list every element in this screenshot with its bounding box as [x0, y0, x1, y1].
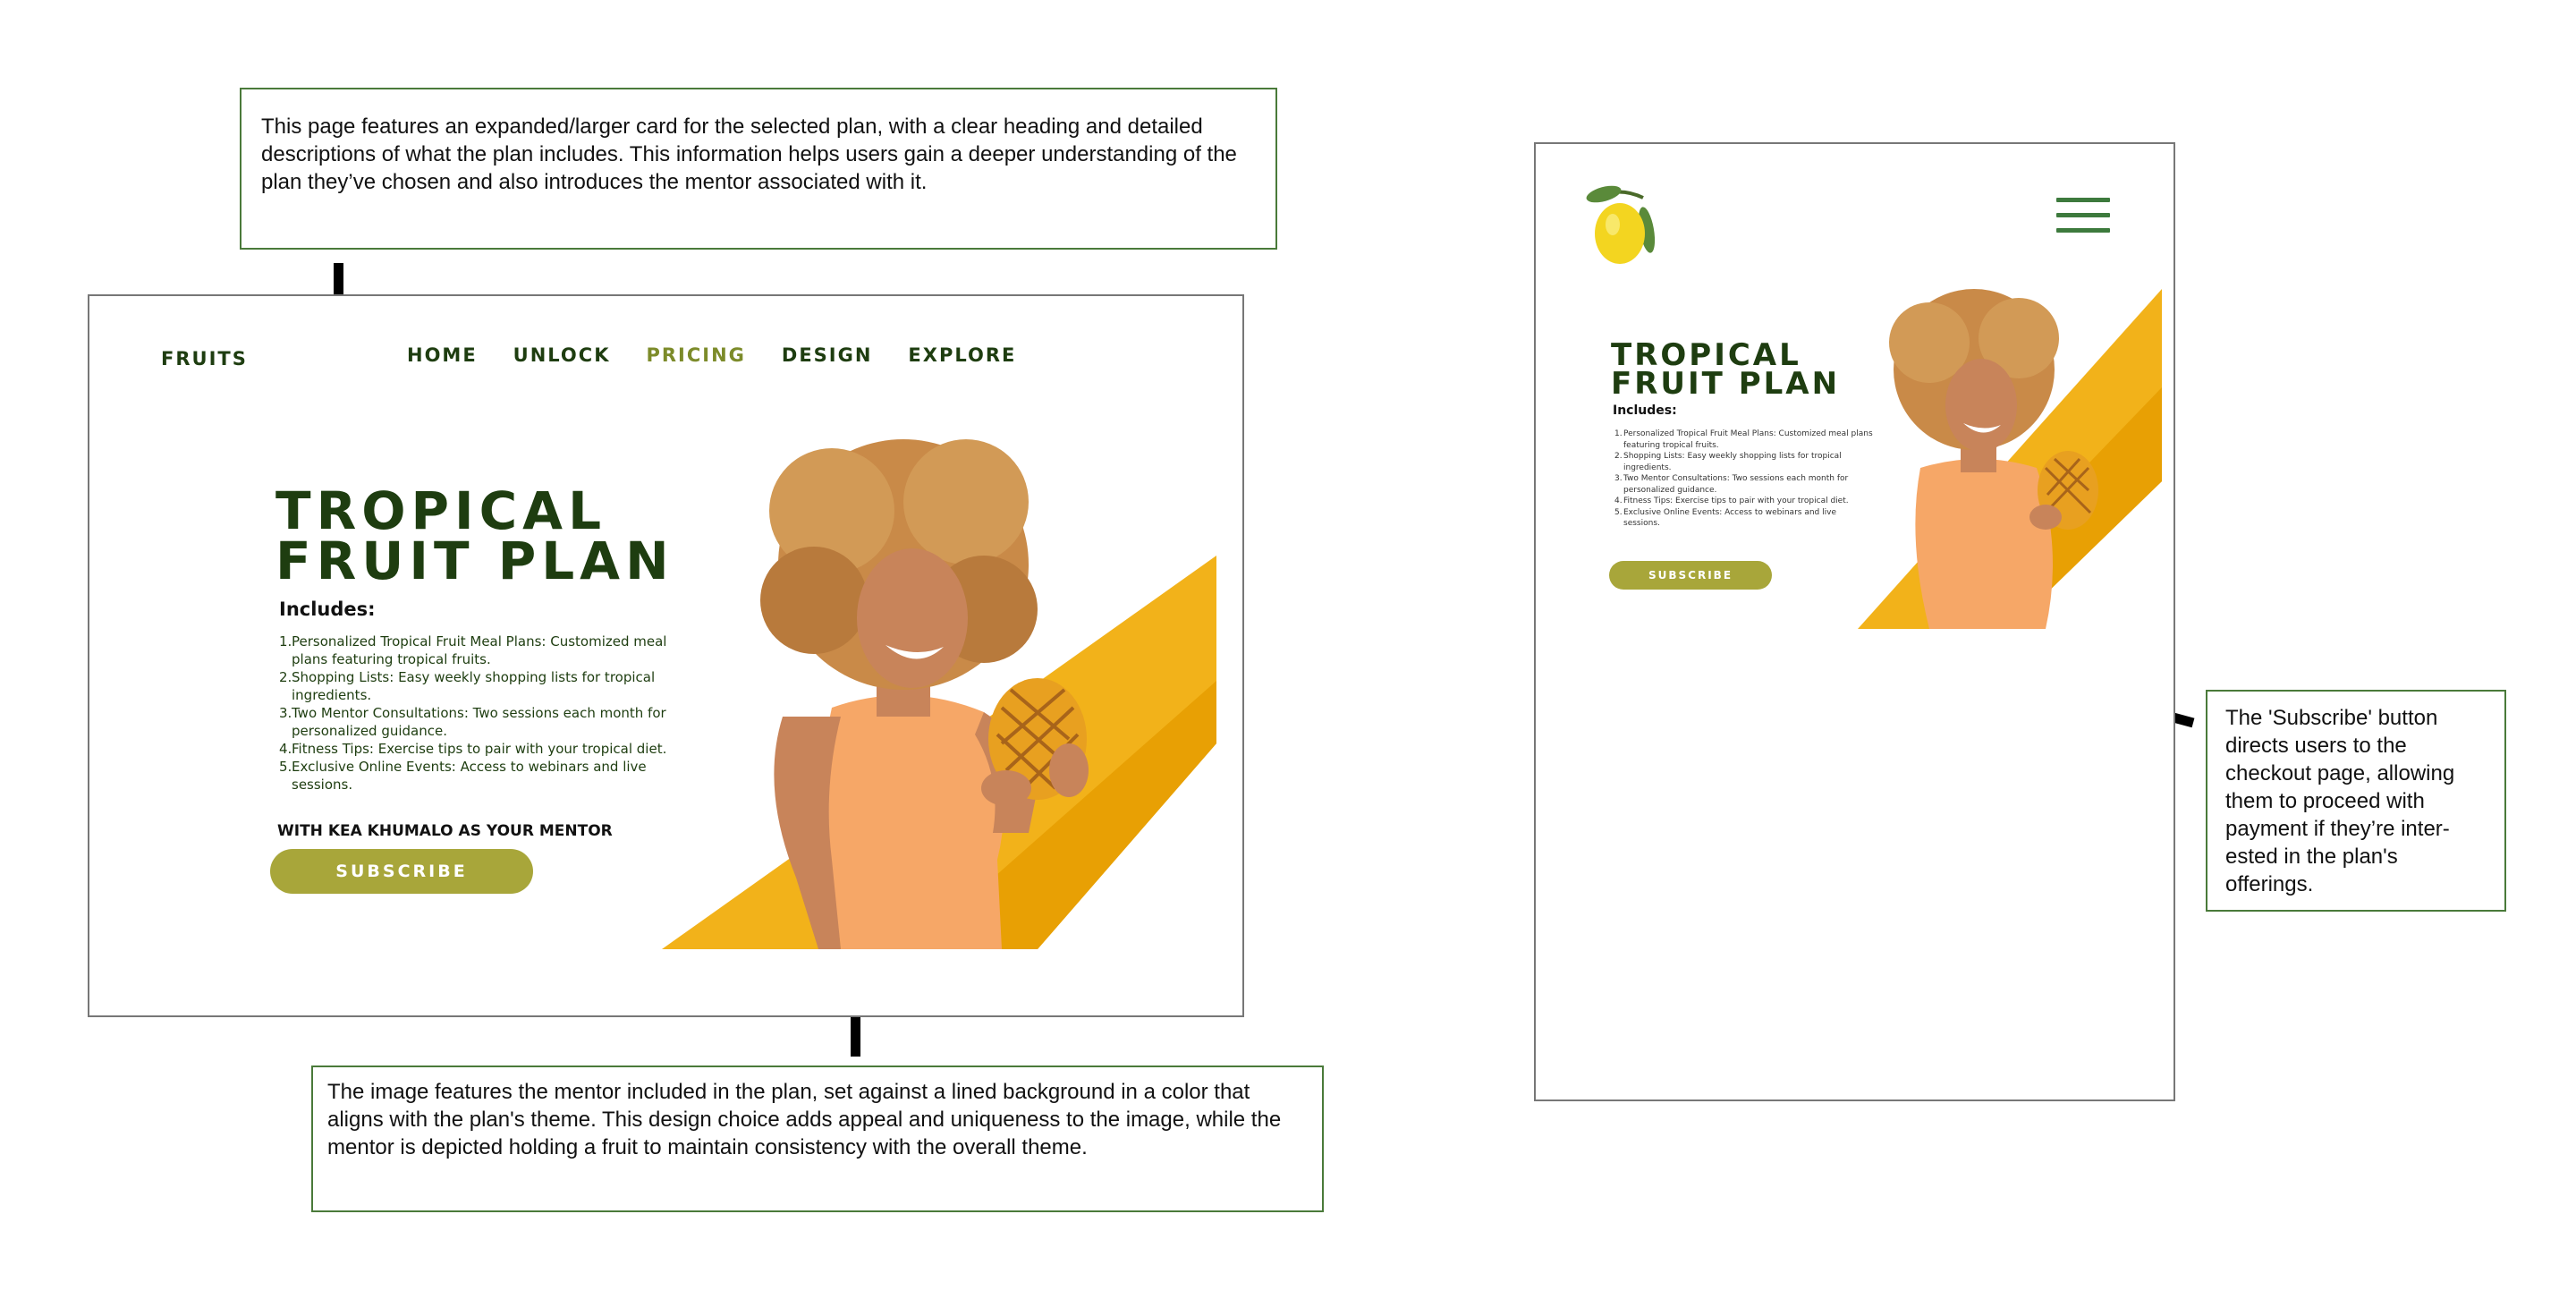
list-item: 4.Fitness Tips: Exercise tips to pair wi…	[1614, 497, 1849, 505]
includes-list: 1.Personalized Tropical Fruit Meal Plans…	[1614, 429, 1874, 530]
nav-pricing[interactable]: PRICING	[646, 344, 745, 366]
list-item: 3.Two Mentor Consultations: Two sessions…	[279, 705, 666, 739]
nav-home[interactable]: HOME	[407, 344, 478, 366]
list-item: 5.Exclusive Online Events: Access to web…	[279, 759, 647, 793]
plan-title: TROPICAL FRUIT PLAN	[1611, 340, 1840, 399]
plan-title-line2: FRUIT PLAN	[1611, 366, 1841, 402]
list-item: 4.Fitness Tips: Exercise tips to pair wi…	[279, 741, 667, 757]
site-logo[interactable]: FRUITS	[161, 348, 248, 369]
lemon-icon[interactable]	[1580, 178, 1670, 278]
mentor-line: WITH KEA KHUMALO AS YOUR MENTOR	[277, 822, 613, 840]
plan-title-line2: FRUIT PLAN	[275, 531, 674, 591]
subscribe-button[interactable]: SUBSCRIBE	[1609, 561, 1772, 590]
includes-heading: Includes:	[279, 599, 376, 620]
list-item: 2.Shopping Lists: Easy weekly shopping l…	[1614, 452, 1842, 472]
nav-explore[interactable]: EXPLORE	[908, 344, 1016, 366]
mentor-image	[662, 439, 1216, 949]
list-item: 1.Personalized Tropical Fruit Meal Plans…	[279, 633, 667, 667]
desktop-mockup: FRUITS HOME UNLOCK PRICING DESIGN EXPLOR…	[88, 294, 1244, 1017]
mentor-face	[857, 548, 968, 688]
mentor-image-mobile	[1858, 289, 2162, 629]
includes-heading: Includes:	[1613, 403, 1677, 418]
list-item: 3.Two Mentor Consultations: Two sessions…	[1614, 474, 1849, 495]
nav-design[interactable]: DESIGN	[782, 344, 873, 366]
nav-unlock[interactable]: UNLOCK	[513, 344, 611, 366]
list-item: 2.Shopping Lists: Easy weekly shopping l…	[279, 669, 656, 703]
main-nav: HOME UNLOCK PRICING DESIGN EXPLORE	[407, 344, 1052, 366]
mobile-mockup: TROPICAL FRUIT PLAN Includes: 1.Personal…	[1534, 142, 2175, 1101]
subscribe-button[interactable]: SUBSCRIBE	[270, 849, 533, 894]
list-item: 1.Personalized Tropical Fruit Meal Plans…	[1614, 429, 1873, 450]
plan-title: TROPICAL FRUIT PLAN	[275, 485, 674, 587]
list-item: 5.Exclusive Online Events: Access to web…	[1614, 507, 1836, 529]
hamburger-menu-icon[interactable]	[2056, 198, 2110, 235]
includes-list: 1.Personalized Tropical Fruit Meal Plans…	[279, 633, 704, 794]
